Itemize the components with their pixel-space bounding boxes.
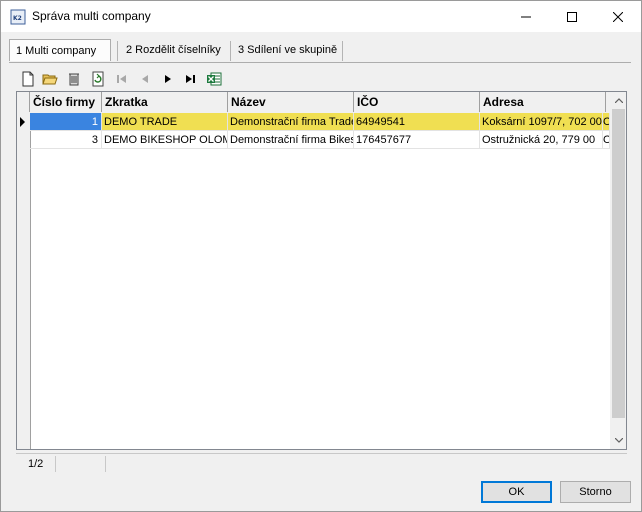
excel-export-button[interactable] bbox=[204, 69, 224, 89]
previous-record-button[interactable] bbox=[135, 69, 155, 89]
tab-panel-border bbox=[9, 62, 631, 63]
maximize-icon bbox=[567, 11, 577, 22]
column-header-cislo[interactable]: Číslo firmy bbox=[30, 92, 102, 112]
close-button[interactable] bbox=[595, 1, 641, 32]
refresh-icon bbox=[92, 71, 104, 87]
app-icon: K2 bbox=[10, 9, 26, 25]
company-grid: Číslo firmy Zkratka Název IČO Adresa 1 D… bbox=[16, 91, 627, 450]
title-bar: K2 Správa multi company bbox=[1, 1, 641, 32]
tab-split-codebooks[interactable]: 2 Rozdělit číselníky bbox=[120, 39, 228, 61]
cell-cislo[interactable]: 3 bbox=[30, 131, 102, 149]
table-row[interactable]: 1 DEMO TRADE Demonstrační firma Trade 64… bbox=[17, 113, 610, 131]
chevron-up-icon bbox=[614, 98, 623, 103]
status-bar: 1/2 bbox=[16, 453, 627, 474]
column-header-nazev[interactable]: Název bbox=[228, 92, 354, 112]
tab-multi-company[interactable]: 1 Multi company bbox=[9, 39, 111, 61]
row-indicator-column bbox=[17, 113, 31, 449]
first-record-button[interactable] bbox=[112, 69, 132, 89]
cell-zkratka[interactable]: DEMO TRADE bbox=[102, 113, 228, 131]
refresh-button[interactable] bbox=[88, 69, 108, 89]
maximize-button[interactable] bbox=[549, 1, 595, 32]
cell-overflow[interactable]: O bbox=[603, 131, 610, 149]
vertical-scrollbar[interactable] bbox=[610, 92, 626, 449]
table-row[interactable]: 3 DEMO BIKESHOP OLOMOUC Demonstrační fir… bbox=[17, 131, 610, 149]
next-record-icon bbox=[165, 75, 171, 83]
new-button[interactable] bbox=[18, 69, 38, 89]
cell-nazev[interactable]: Demonstrační firma Bikeshop bbox=[228, 131, 354, 149]
column-header-ico[interactable]: IČO bbox=[354, 92, 480, 112]
tab-separator bbox=[117, 41, 118, 61]
cell-adresa[interactable]: Koksární 1097/7, 702 00 bbox=[480, 113, 603, 131]
chevron-down-icon bbox=[614, 438, 623, 443]
new-document-icon bbox=[22, 71, 34, 87]
minimize-icon bbox=[521, 16, 531, 17]
last-record-icon bbox=[186, 75, 195, 83]
last-record-button[interactable] bbox=[180, 69, 200, 89]
previous-record-icon bbox=[142, 75, 148, 83]
record-counter: 1/2 bbox=[28, 458, 44, 470]
cell-ico[interactable]: 176457677 bbox=[354, 131, 480, 149]
column-header-zkratka[interactable]: Zkratka bbox=[102, 92, 228, 112]
scroll-down-button[interactable] bbox=[610, 432, 626, 449]
cell-cislo[interactable]: 1 bbox=[30, 113, 102, 131]
cell-adresa[interactable]: Ostružnická 20, 779 00 bbox=[480, 131, 603, 149]
main-window: K2 Správa multi company 1 Multi company … bbox=[0, 0, 642, 512]
cell-nazev[interactable]: Demonstrační firma Trade bbox=[228, 113, 354, 131]
tab-separator bbox=[342, 41, 343, 61]
excel-export-icon bbox=[207, 72, 222, 86]
status-separator bbox=[105, 456, 106, 472]
delete-icon bbox=[69, 73, 79, 86]
grid-header: Číslo firmy Zkratka Název IČO Adresa bbox=[17, 92, 610, 114]
open-button[interactable] bbox=[40, 69, 60, 89]
cancel-button[interactable]: Storno bbox=[560, 481, 631, 503]
header-indicator bbox=[17, 92, 30, 112]
close-icon bbox=[613, 11, 623, 22]
scroll-up-button[interactable] bbox=[610, 92, 626, 109]
scrollbar-thumb[interactable] bbox=[612, 109, 625, 418]
svg-text:K2: K2 bbox=[13, 15, 22, 22]
ok-button[interactable]: OK bbox=[481, 481, 552, 503]
first-record-icon bbox=[117, 75, 126, 83]
cell-zkratka[interactable]: DEMO BIKESHOP OLOMOUC bbox=[102, 131, 228, 149]
tab-group-sharing[interactable]: 3 Sdílení ve skupině bbox=[232, 39, 344, 61]
cell-ico[interactable]: 64949541 bbox=[354, 113, 480, 131]
delete-button[interactable] bbox=[64, 69, 84, 89]
minimize-button[interactable] bbox=[503, 1, 549, 32]
status-separator bbox=[55, 456, 56, 472]
column-header-adresa[interactable]: Adresa bbox=[480, 92, 606, 112]
cell-overflow[interactable]: O bbox=[603, 113, 610, 131]
window-title: Správa multi company bbox=[32, 9, 151, 23]
tab-separator bbox=[230, 41, 231, 61]
next-record-button[interactable] bbox=[158, 69, 178, 89]
open-folder-icon bbox=[42, 74, 58, 85]
